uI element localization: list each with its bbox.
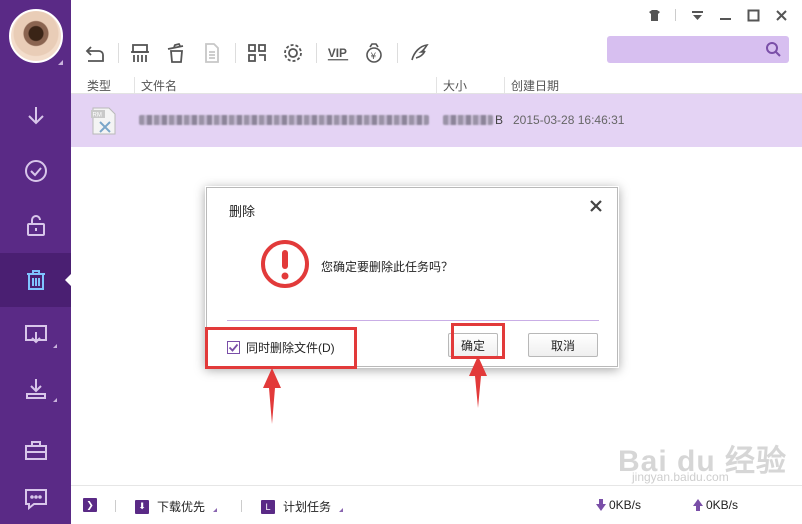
arrow-up-icon: [693, 499, 703, 511]
file-size-unit: B: [495, 113, 504, 127]
unlock-icon: [26, 215, 45, 236]
remote-download-icon: [24, 325, 47, 344]
active-pointer: [65, 274, 71, 286]
download-priority-button[interactable]: ⬇ 下载优先: [135, 498, 218, 515]
close-icon[interactable]: [589, 199, 603, 213]
file-created-date: 2015-03-28 16:46:31: [513, 113, 625, 127]
import-caret: [53, 398, 57, 402]
sidebar-item-toolbox[interactable]: [0, 423, 71, 477]
dialog-title: 删除: [229, 204, 256, 219]
close-icon[interactable]: [774, 8, 788, 22]
minimize-icon[interactable]: [718, 8, 732, 22]
file-size-blurred: [443, 115, 493, 125]
table-row[interactable]: RM B 2015-03-28 16:46:31: [71, 94, 802, 147]
trash-icon: [26, 270, 45, 290]
maximize-icon[interactable]: [746, 8, 760, 22]
menu-icon[interactable]: [690, 8, 704, 22]
scheduled-task-label: 计划任务: [283, 500, 332, 514]
search-input[interactable]: [607, 36, 757, 63]
window-separator: [675, 9, 676, 21]
column-header-filename[interactable]: 文件名: [134, 77, 177, 93]
table-header: 类型 文件名 大小 创建日期: [71, 74, 802, 94]
schedule-icon: L: [261, 499, 275, 514]
scheduled-task-button[interactable]: L 计划任务: [261, 498, 344, 515]
status-bar: ❯ ⬇ 下载优先 L 计划任务 0KB/s 0KB/s: [71, 485, 802, 524]
svg-text:¥: ¥: [371, 52, 377, 62]
sidebar-item-chat[interactable]: [0, 472, 71, 524]
tray-download-icon: [25, 379, 46, 399]
column-header-created-date[interactable]: 创建日期: [504, 77, 559, 93]
settings-button[interactable]: [278, 38, 308, 68]
search-box: [607, 36, 789, 63]
sidebar-item-downloading[interactable]: [0, 90, 71, 144]
expand-button[interactable]: ❯: [83, 498, 97, 512]
search-icon[interactable]: [765, 41, 782, 58]
wing-icon: [411, 43, 429, 61]
check-circle-icon: [24, 160, 47, 182]
grid-icon: [248, 44, 266, 62]
money-bag-icon: ¥: [366, 43, 382, 63]
cancel-button[interactable]: 取消: [528, 333, 598, 357]
rm-file-icon: RM: [91, 107, 116, 135]
download-arrow-icon: [27, 107, 44, 125]
recycle-bin-icon: [167, 42, 184, 63]
toolbar-separator: [316, 43, 317, 63]
sidebar-item-remote[interactable]: [0, 308, 71, 362]
column-header-size[interactable]: 大小: [436, 77, 467, 93]
shredder-icon: [131, 44, 149, 62]
column-header-type[interactable]: 类型: [81, 77, 111, 93]
download-priority-caret: [213, 507, 218, 512]
vip-icon: VIP: [327, 46, 349, 61]
annotation-arrow-checkbox: [263, 368, 281, 424]
double-chevron-down-icon: ⬇: [135, 499, 149, 514]
user-avatar[interactable]: [9, 9, 63, 63]
sidebar: [0, 0, 71, 524]
download-speed-value: 0KB/s: [609, 498, 642, 512]
scheduled-task-caret: [339, 507, 344, 512]
sidebar-item-private[interactable]: [0, 198, 71, 252]
clean-button[interactable]: [161, 38, 191, 68]
status-separator: [115, 500, 116, 512]
toolbar-separator: [118, 43, 119, 63]
vip-button[interactable]: VIP: [323, 38, 353, 68]
status-separator: [241, 500, 242, 512]
upload-speed: 0KB/s: [693, 498, 738, 512]
remote-caret: [53, 344, 57, 348]
watermark-url: jingyan.baidu.com: [632, 470, 729, 484]
toolbar-separator: [235, 43, 236, 63]
window-controls: [647, 8, 788, 22]
properties-button[interactable]: [197, 38, 227, 68]
download-speed: 0KB/s: [596, 498, 641, 512]
wallet-button[interactable]: ¥: [359, 38, 389, 68]
document-icon: [205, 43, 219, 63]
toolbox-icon: [24, 441, 47, 460]
chat-bubble-icon: [24, 489, 47, 511]
annotation-arrow-confirm: [469, 356, 487, 408]
sidebar-item-import[interactable]: [0, 362, 71, 416]
apps-button[interactable]: [242, 38, 272, 68]
restore-button[interactable]: [80, 38, 110, 68]
upload-speed-value: 0KB/s: [706, 498, 739, 512]
file-name-blurred: [139, 115, 429, 125]
annotation-box-confirm: [451, 323, 505, 359]
svg-text:RM: RM: [93, 113, 102, 119]
skin-icon[interactable]: [647, 8, 661, 22]
download-priority-label: 下载优先: [157, 500, 206, 514]
toolbar: VIP ¥: [80, 36, 440, 70]
undo-icon: [85, 46, 104, 62]
shred-button[interactable]: [125, 38, 155, 68]
speedup-button[interactable]: [404, 38, 434, 68]
sidebar-item-trash[interactable]: [0, 253, 71, 307]
chevron-right-icon: ❯: [83, 498, 97, 512]
dialog-message: 您确定要删除此任务吗？: [321, 260, 454, 274]
dialog-divider: [227, 320, 599, 321]
arrow-down-icon: [596, 499, 606, 511]
sidebar-item-completed[interactable]: [0, 144, 71, 198]
warning-icon: [261, 240, 309, 288]
svg-text:VIP: VIP: [328, 46, 347, 60]
gear-icon: [284, 44, 302, 62]
avatar-menu-caret[interactable]: [58, 60, 63, 65]
annotation-box-checkbox: [205, 327, 357, 369]
toolbar-separator: [397, 43, 398, 63]
